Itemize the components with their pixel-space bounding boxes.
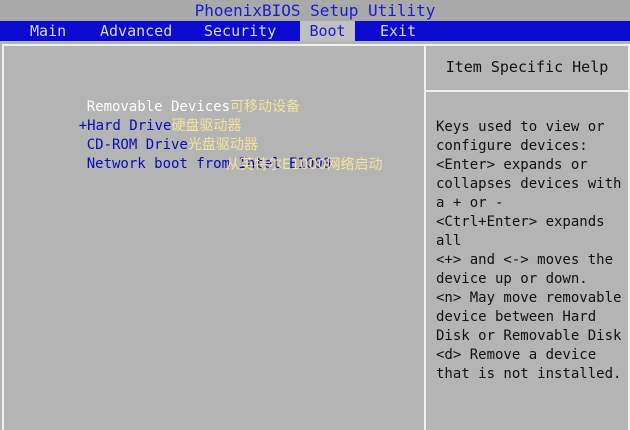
tab-security[interactable]: Security <box>200 21 280 41</box>
menu-bar: Main Advanced Security Boot Exit <box>0 21 630 41</box>
tab-main[interactable]: Main <box>26 21 70 41</box>
help-text: Keys used to view or configure devices: … <box>436 119 622 382</box>
network-boot-cn-note: 从英特尔E1000网络启动 <box>226 157 383 173</box>
tab-exit[interactable]: Exit <box>376 21 420 41</box>
boot-order-panel: Removable Devices可移动设备 +Hard Drive硬盘驱动器 … <box>2 44 426 430</box>
tab-boot[interactable]: Boot <box>300 21 355 41</box>
help-title: Item Specific Help <box>445 58 609 76</box>
help-divider <box>426 90 628 92</box>
tab-advanced[interactable]: Advanced <box>96 21 176 41</box>
bios-title: PhoenixBIOS Setup Utility <box>0 0 630 21</box>
help-panel: Item Specific Help Keys used to view or … <box>424 44 630 430</box>
